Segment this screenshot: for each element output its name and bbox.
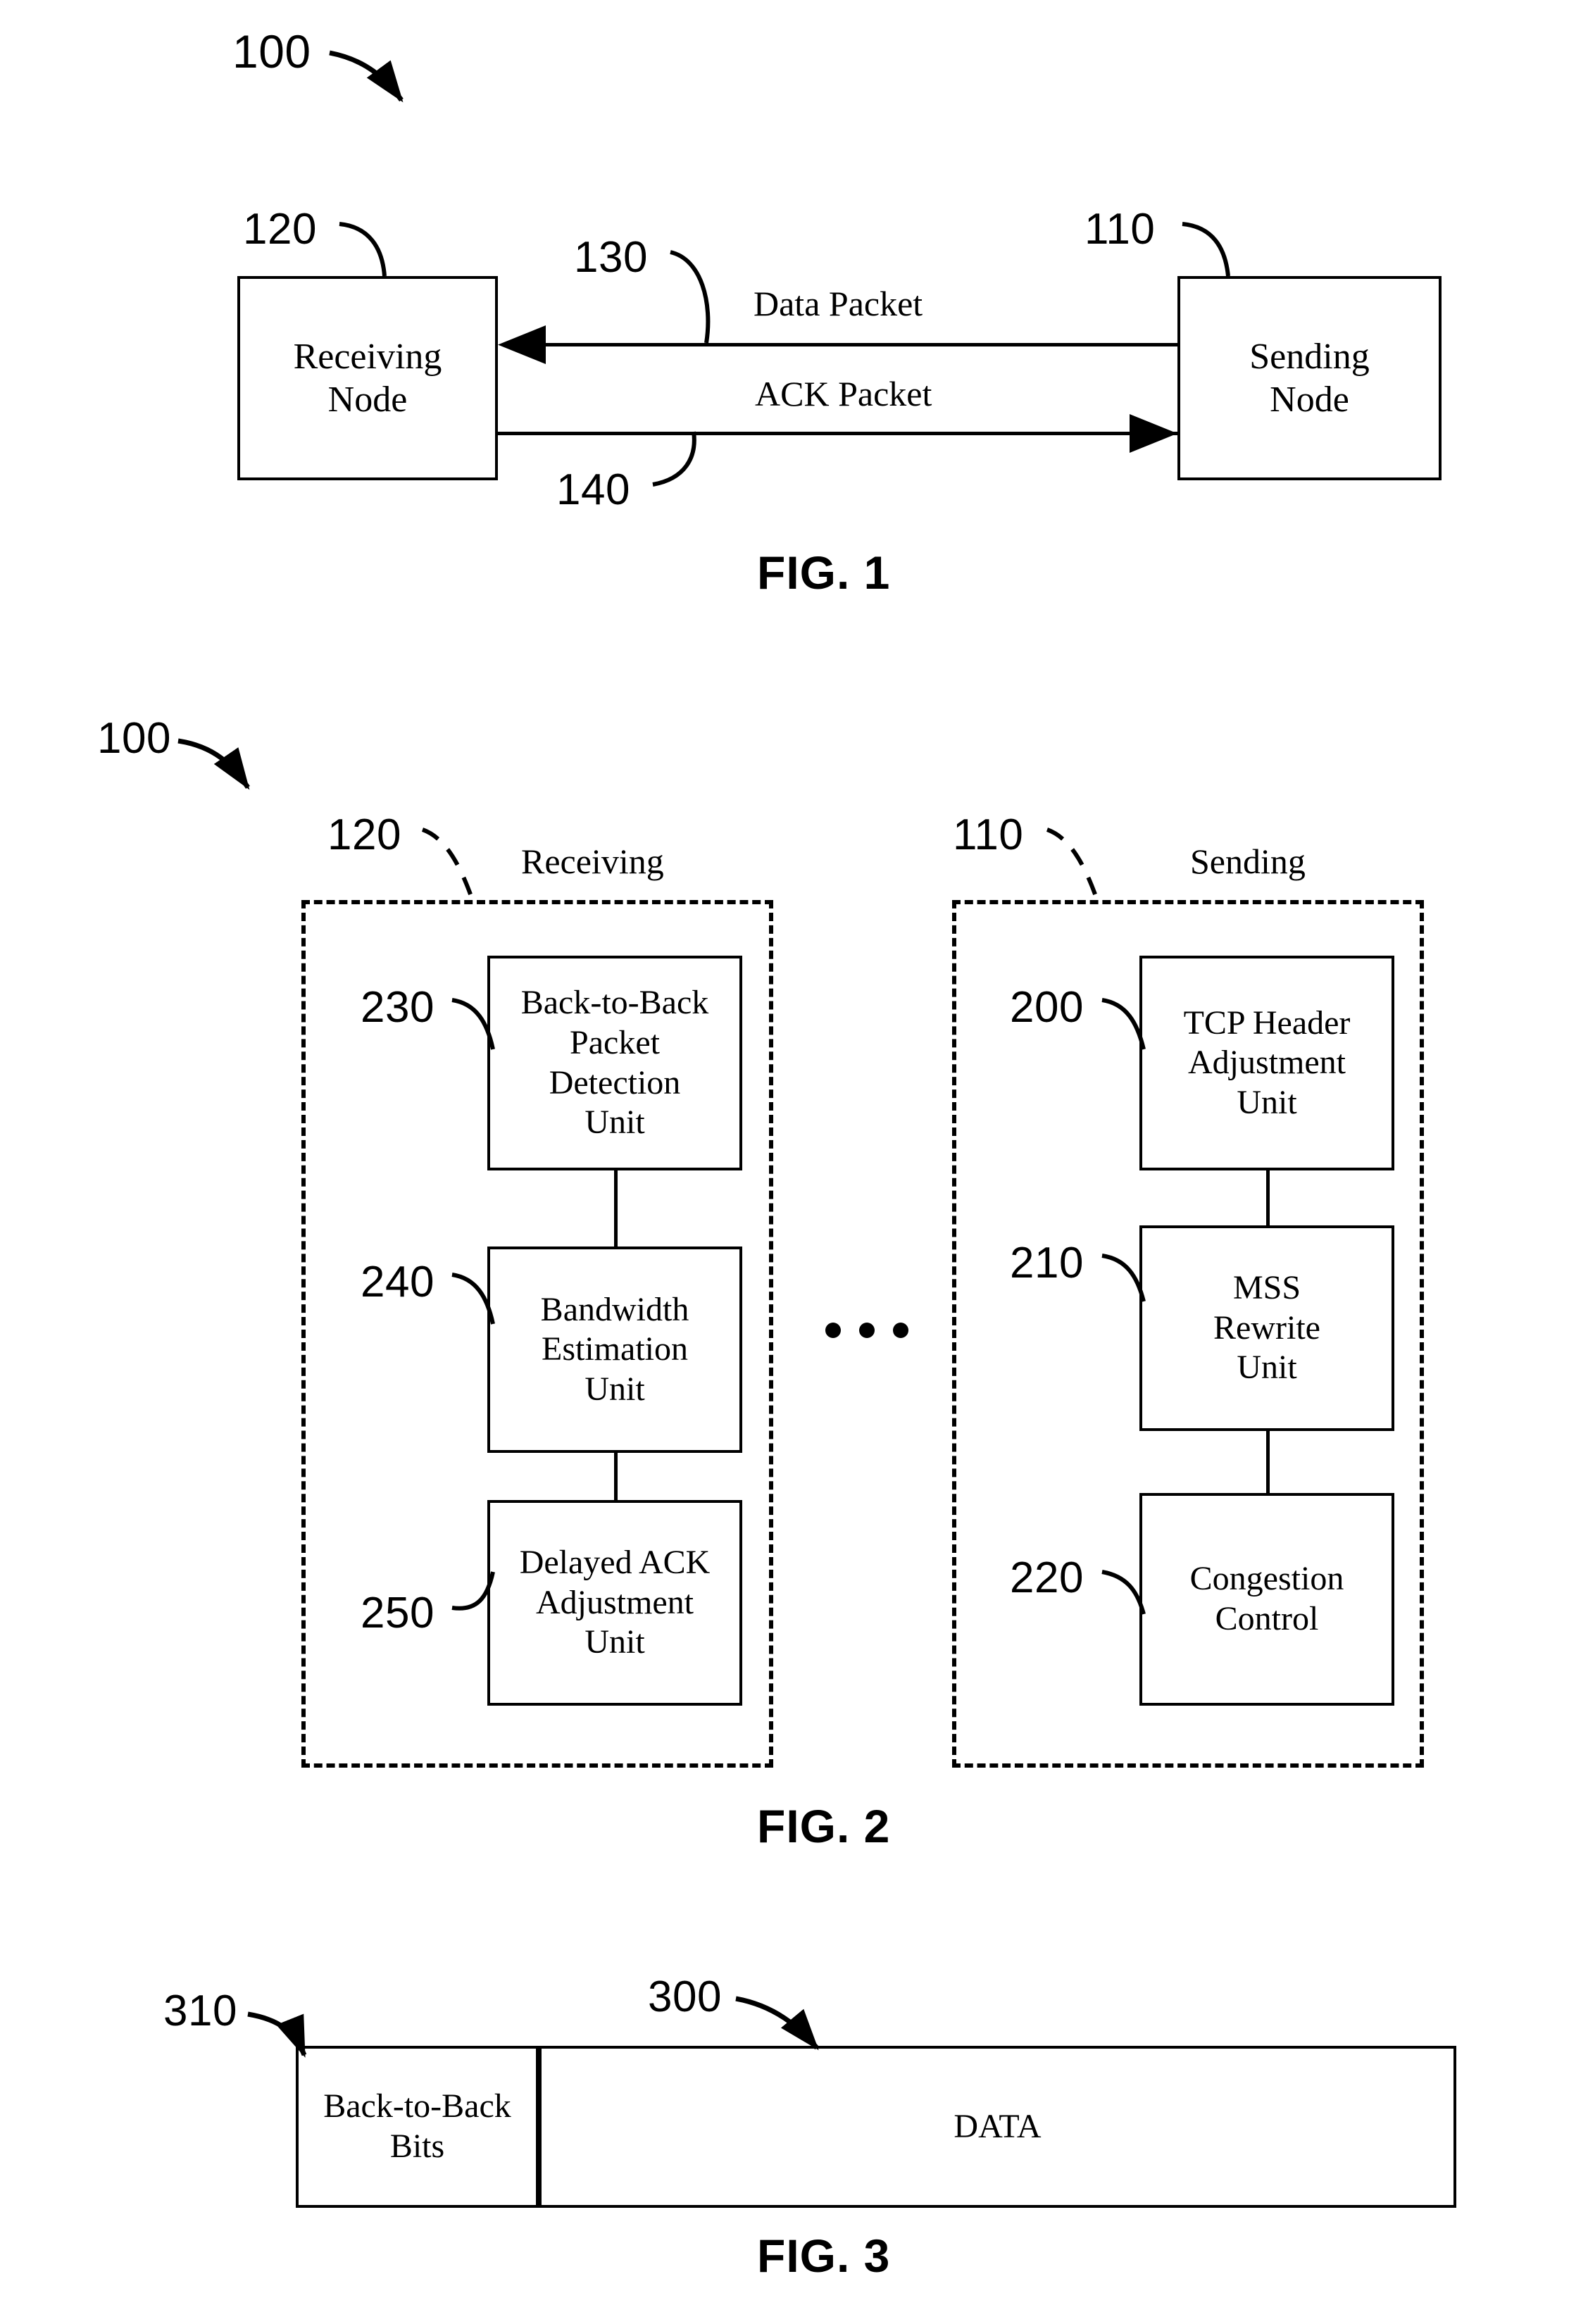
- unit-230-line4: Unit: [584, 1104, 645, 1142]
- fig2-receiving-group-title: Receiving: [521, 842, 664, 881]
- fig2-back-to-back-packet-detection-unit-box: Back-to-Back Packet Detection Unit: [487, 956, 742, 1170]
- unit-200-line1: TCP Header: [1183, 1004, 1351, 1042]
- fig1-sending-node-label-line1: Sending: [1249, 336, 1370, 377]
- fig1-system-reference-100: 100: [232, 25, 311, 77]
- unit-230-line2: Packet: [570, 1023, 660, 1061]
- fig3-reference-310: 310: [163, 1987, 237, 2035]
- fig1-leader-140: [652, 431, 696, 487]
- unit-210-line3: Unit: [1237, 1349, 1297, 1387]
- fig2-reference-210: 210: [1010, 1239, 1084, 1287]
- unit-220-line2: Control: [1215, 1600, 1319, 1637]
- fig2-ellipsis-between-groups: [825, 1323, 908, 1338]
- fig1-receiving-node-label-line2: Node: [327, 380, 408, 420]
- ellipsis-dot: [893, 1323, 908, 1338]
- fig1-reference-120: 120: [243, 205, 317, 254]
- fig2-leader-100: [177, 738, 250, 790]
- fig1-data-packet-arrow-shaft: [514, 343, 1177, 346]
- fig3-back-to-back-bits-field: Back-to-Back Bits: [296, 2046, 539, 2208]
- ellipsis-dot: [859, 1323, 875, 1338]
- unit-250-line3: Unit: [584, 1623, 645, 1661]
- fig3-bits-line2: Bits: [389, 2128, 445, 2165]
- unit-230-line1: Back-to-Back: [520, 984, 709, 1022]
- fig3-leader-300: [735, 1996, 819, 2051]
- ellipsis-dot: [825, 1323, 841, 1338]
- fig2-reference-250: 250: [361, 1589, 434, 1637]
- fig1-data-packet-label: Data Packet: [754, 284, 923, 323]
- fig2-caption: FIG. 2: [757, 1800, 891, 1852]
- fig2-reference-120: 120: [327, 811, 401, 859]
- fig2-system-reference-100: 100: [97, 714, 171, 763]
- fig3-data-field: DATA: [539, 2046, 1456, 2208]
- fig1-receiving-node-label-line1: Receiving: [293, 336, 442, 377]
- unit-250-line2: Adjustment: [535, 1583, 694, 1621]
- fig1-ack-packet-label: ACK Packet: [755, 374, 932, 413]
- fig2-reference-230: 230: [361, 983, 434, 1032]
- fig3-caption: FIG. 3: [757, 2230, 891, 2282]
- unit-240-line2: Estimation: [542, 1330, 688, 1368]
- unit-200-line3: Unit: [1237, 1083, 1297, 1121]
- unit-230-line3: Detection: [549, 1063, 681, 1101]
- fig1-sending-node-label-line2: Node: [1270, 380, 1349, 420]
- fig1-caption: FIG. 1: [757, 546, 891, 599]
- fig1-receiving-node-box: Receiving Node: [237, 276, 498, 480]
- fig2-leader-110: [1046, 827, 1100, 903]
- fig2-reference-200: 200: [1010, 983, 1084, 1032]
- unit-240-line3: Unit: [584, 1370, 645, 1408]
- fig1-leader-110: [1182, 222, 1230, 277]
- fig2-sending-group-title: Sending: [1190, 842, 1306, 881]
- fig2-delayed-ack-adjustment-unit-box: Delayed ACK Adjustment Unit: [487, 1500, 742, 1706]
- fig1-ack-packet-arrow-shaft: [498, 432, 1177, 435]
- fig2-leader-120: [421, 827, 475, 903]
- fig1-sending-node-box: Sending Node: [1177, 276, 1442, 480]
- unit-250-line1: Delayed ACK: [519, 1544, 711, 1582]
- fig1-leader-130: [670, 250, 711, 344]
- fig2-reference-220: 220: [1010, 1554, 1084, 1602]
- fig3-reference-300: 300: [648, 1973, 722, 2021]
- fig3-bits-line1: Back-to-Back: [323, 2087, 511, 2125]
- fig2-tcp-header-adjustment-unit-box: TCP Header Adjustment Unit: [1139, 956, 1394, 1170]
- fig2-reference-240: 240: [361, 1258, 434, 1306]
- fig2-mss-rewrite-unit-box: MSS Rewrite Unit: [1139, 1225, 1394, 1431]
- fig1-reference-140: 140: [556, 466, 630, 514]
- fig2-connector-240-to-250: [614, 1453, 618, 1500]
- fig2-reference-110: 110: [953, 811, 1024, 859]
- fig3-data-label: DATA: [954, 2107, 1042, 2145]
- unit-210-line1: MSS: [1232, 1269, 1301, 1307]
- fig1-reference-130: 130: [574, 233, 648, 282]
- fig2-bandwidth-estimation-unit-box: Bandwidth Estimation Unit: [487, 1247, 742, 1453]
- fig1-reference-110: 110: [1084, 205, 1156, 254]
- unit-200-line2: Adjustment: [1188, 1044, 1346, 1082]
- fig1-leader-120: [339, 222, 387, 277]
- fig2-connector-230-to-240: [614, 1170, 618, 1247]
- fig2-congestion-control-box: Congestion Control: [1139, 1493, 1394, 1706]
- fig1-leader-100: [329, 50, 404, 103]
- unit-210-line2: Rewrite: [1213, 1308, 1320, 1347]
- unit-220-line1: Congestion: [1189, 1560, 1344, 1598]
- unit-240-line1: Bandwidth: [540, 1290, 689, 1328]
- fig2-connector-210-to-220: [1266, 1431, 1270, 1493]
